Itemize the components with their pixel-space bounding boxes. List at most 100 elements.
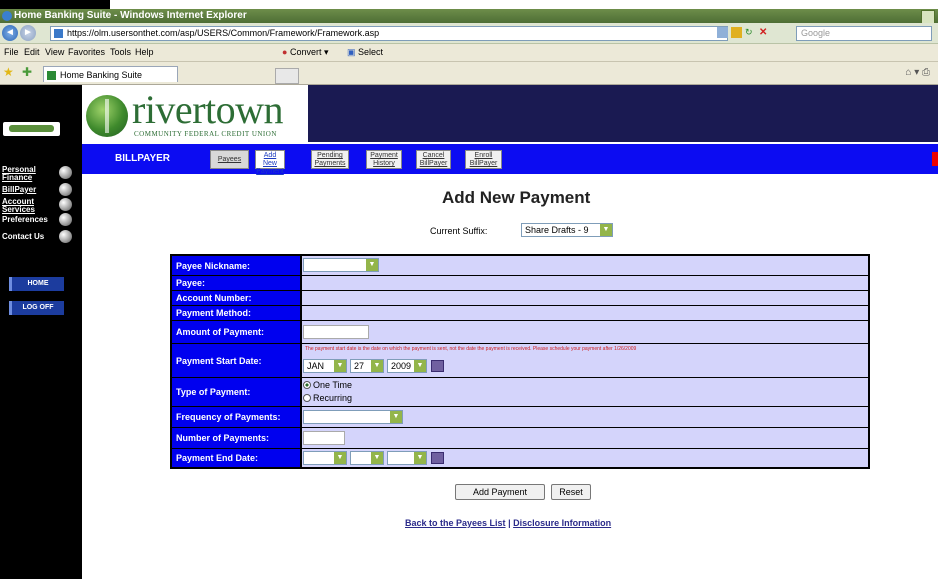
suffix-value: Share Drafts - 9: [525, 225, 589, 235]
tab-payment-history[interactable]: Payment History: [366, 150, 402, 169]
start-day-select[interactable]: 27 ▼: [350, 359, 384, 373]
forward-icon[interactable]: ►: [20, 25, 36, 41]
row-number-of-payments: Number of Payments:: [172, 428, 868, 448]
calendar-icon[interactable]: [431, 360, 444, 372]
favorites-star-icon[interactable]: ★: [3, 66, 14, 78]
globe-icon: [86, 95, 128, 137]
start-year-select[interactable]: 2009 ▼: [387, 359, 427, 373]
nav-billpayer[interactable]: BillPayer: [2, 183, 72, 197]
tab-cancel-billpayer[interactable]: Cancel BillPayer: [416, 150, 451, 169]
search-input[interactable]: Google: [796, 26, 932, 41]
back-to-payees-link[interactable]: Back to the Payees List: [405, 518, 506, 528]
chevron-down-icon: ▼: [414, 452, 426, 464]
radio-one-time[interactable]: One Time: [303, 380, 352, 390]
start-date-note: The payment start date is the date on wh…: [305, 346, 637, 352]
menu-help[interactable]: Help: [135, 47, 154, 57]
convert-button[interactable]: ● Convert ▾: [282, 47, 329, 58]
label-account-number: Account Number:: [172, 291, 300, 305]
chevron-down-icon: ▼: [371, 452, 383, 464]
select-button[interactable]: ▣ Select: [347, 47, 383, 58]
nav-contact-us[interactable]: Contact Us: [2, 230, 72, 244]
tab-add-new-payment[interactable]: Add New Payment: [255, 150, 285, 175]
radio-recurring[interactable]: Recurring: [303, 393, 352, 403]
suffix-select[interactable]: Share Drafts - 9 ▼: [521, 223, 613, 237]
home-button[interactable]: HOME: [9, 277, 64, 291]
end-year-select[interactable]: ▼: [387, 451, 427, 465]
row-amount: Amount of Payment:: [172, 321, 868, 343]
nav-personal-finance[interactable]: Personal Finance: [2, 166, 72, 182]
calendar-icon[interactable]: [431, 452, 444, 464]
nav-preferences[interactable]: Preferences: [2, 213, 72, 227]
chevron-down-icon: ▼: [366, 259, 378, 271]
payee-nickname-select[interactable]: ▼: [303, 258, 379, 272]
stop-icon[interactable]: ✕: [759, 27, 770, 38]
nav-ball-icon: [59, 166, 72, 179]
row-end-date: Payment End Date: ▼ ▼ ▼: [172, 449, 868, 467]
footer-links: Back to the Payees List | Disclosure Inf…: [405, 518, 611, 528]
screen-edge: [0, 0, 110, 9]
chevron-down-icon: ▼: [600, 224, 612, 236]
link-separator: |: [508, 518, 511, 528]
chevron-down-icon: ▼: [334, 360, 346, 372]
label-number-of-payments: Number of Payments:: [172, 428, 300, 448]
menu-tools[interactable]: Tools: [110, 47, 131, 57]
disclosure-link[interactable]: Disclosure Information: [513, 518, 611, 528]
nav-ball-icon: [59, 230, 72, 243]
logoff-button[interactable]: LOG OFF: [9, 301, 64, 315]
number-of-payments-input[interactable]: [303, 431, 345, 445]
tab-pending-payments[interactable]: Pending Payments: [311, 150, 349, 169]
row-payee: Payee:: [172, 276, 868, 290]
tab-payees[interactable]: Payees: [210, 150, 249, 169]
address-text: https://olm.usersonthet.com/asp/USERS/Co…: [67, 28, 380, 38]
page-title: Add New Payment: [442, 188, 591, 207]
row-payment-type: Type of Payment: One Time Recurring: [172, 378, 868, 406]
row-payee-nickname: Payee Nickname: ▼: [172, 256, 868, 275]
lock-icon[interactable]: [731, 27, 742, 38]
favicon-icon: [47, 71, 56, 80]
row-start-date: Payment Start Date: The payment start da…: [172, 344, 868, 377]
nav-ball-icon: [59, 198, 72, 211]
label-payment-method: Payment Method:: [172, 306, 300, 320]
add-favorite-icon[interactable]: ✚: [22, 66, 33, 78]
compat-icon[interactable]: [717, 27, 728, 38]
end-day-select[interactable]: ▼: [350, 451, 384, 465]
add-payment-button[interactable]: Add Payment: [455, 484, 545, 500]
window-title: Home Banking Suite - Windows Internet Ex…: [14, 10, 247, 21]
address-row: ◄ ► https://olm.usersonthet.com/asp/USER…: [0, 23, 938, 44]
header-banner: rivertown COMMUNITY FEDERAL CREDIT UNION: [82, 85, 938, 142]
start-month-select[interactable]: JAN ▼: [303, 359, 347, 373]
nav-account-services[interactable]: Account Services: [2, 198, 72, 214]
refresh-icon[interactable]: ↻: [745, 27, 756, 38]
home-page-icon[interactable]: ⌂ ▾ ⎙: [905, 67, 930, 78]
reset-button[interactable]: Reset: [551, 484, 591, 500]
lgn-logo: [3, 122, 60, 136]
menu-view[interactable]: View: [45, 47, 64, 57]
tab-row: ★ ✚ Home Banking Suite ⌂ ▾ ⎙: [0, 62, 938, 85]
left-navigation: Personal Finance BillPayer Account Servi…: [0, 85, 82, 579]
page-icon: [54, 29, 63, 38]
pdf-icon: ●: [282, 47, 288, 57]
end-month-select[interactable]: ▼: [303, 451, 347, 465]
tab-enroll-billpayer[interactable]: Enroll BillPayer: [465, 150, 502, 169]
label-frequency: Frequency of Payments:: [172, 407, 300, 427]
menu-bar: File Edit View Favorites Tools Help ● Co…: [0, 44, 938, 62]
nav-ball-icon: [59, 183, 72, 196]
new-tab-button[interactable]: [275, 68, 299, 84]
label-end-date: Payment End Date:: [172, 449, 300, 467]
chevron-down-icon: ▼: [334, 452, 346, 464]
label-payment-type: Type of Payment:: [172, 378, 300, 406]
select-icon: ▣: [347, 47, 356, 57]
back-icon[interactable]: ◄: [2, 25, 18, 41]
menu-favorites[interactable]: Favorites: [68, 47, 105, 57]
label-start-date: Payment Start Date:: [172, 344, 300, 377]
tab-home-banking[interactable]: Home Banking Suite: [43, 66, 178, 82]
frequency-select[interactable]: ▼: [303, 410, 403, 424]
row-account-number: Account Number:: [172, 291, 868, 305]
address-bar[interactable]: https://olm.usersonthet.com/asp/USERS/Co…: [50, 26, 728, 41]
menu-edit[interactable]: Edit: [24, 47, 40, 57]
minimize-button[interactable]: [921, 10, 935, 24]
alert-marker: [932, 152, 938, 166]
menu-file[interactable]: File: [4, 47, 19, 57]
amount-input[interactable]: [303, 325, 369, 339]
label-payee: Payee:: [172, 276, 300, 290]
